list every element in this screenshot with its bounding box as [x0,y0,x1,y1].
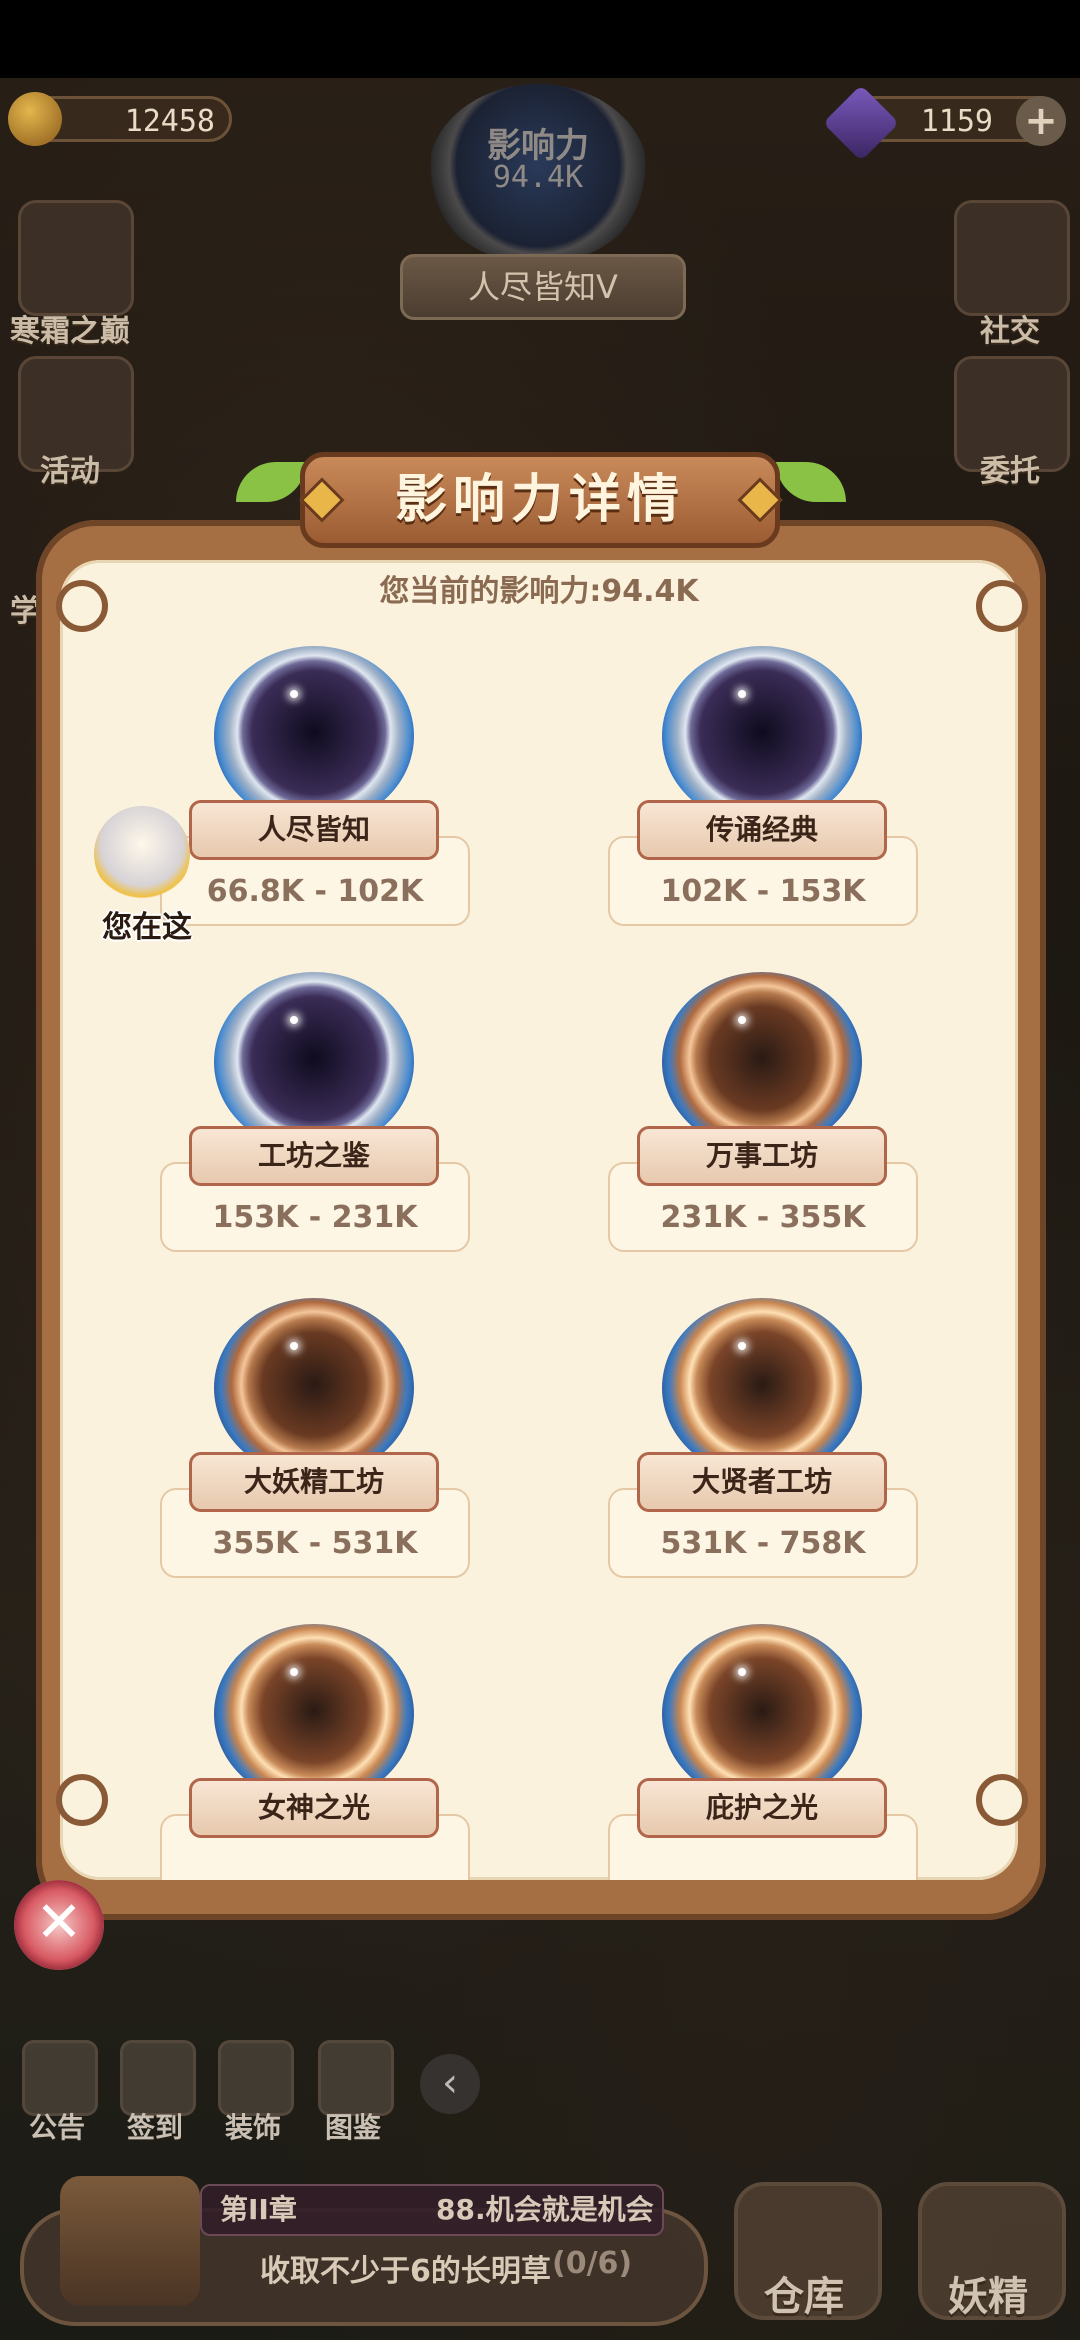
rank-name: 庇护之光 [705,1791,818,1824]
rank-name: 女神之光 [257,1791,370,1824]
side-button-social[interactable] [954,200,1070,316]
rank-ribbon: 大贤者工坊 [637,1452,887,1512]
sparkle-icon [738,1016,746,1024]
influence-dialog-body: 您当前的影响力:94.4K 66.8K - 102K 人尽皆知 102K - 1… [60,560,1018,1880]
gem-value: 1159 [920,104,993,139]
rank-badge-silver-icon [214,646,414,826]
sparkle-icon [290,1016,298,1024]
crown-icon [8,92,62,146]
rank-range: 102K - 153K [660,874,866,909]
fairy-label: 妖精 [948,2274,1028,2320]
sparkle-icon [738,1342,746,1350]
codex-icon[interactable] [318,2040,394,2116]
sparkle-icon [738,690,746,698]
rank-range: 153K - 231K [212,1200,418,1235]
side-label-commission: 委托 [980,454,1040,489]
frame-corner-ornament [56,1774,108,1826]
influence-value: 94.4K [492,160,584,195]
checkin-icon[interactable] [120,2040,196,2116]
rank-name: 传诵经典 [705,813,818,846]
rank-badge-silver-icon [214,972,414,1152]
close-icon: ✕ [35,1890,83,1955]
side-label-event: 活动 [40,454,100,489]
rank-range: 66.8K - 102K [206,874,424,909]
menu-label-decor: 装饰 [224,2111,281,2144]
side-label-social: 社交 [980,314,1040,349]
notice-icon[interactable] [22,2040,98,2116]
plus-icon: + [1024,98,1058,144]
rank-ribbon: 传诵经典 [637,800,887,860]
rank-ribbon: 万事工坊 [637,1126,887,1186]
add-gems-button[interactable]: + [1016,96,1066,146]
you-are-here-label: 您在这 [102,910,192,945]
rank-ribbon: 人尽皆知 [189,800,439,860]
side-label-frost-peak: 寒霜之巅 [10,314,130,349]
rank-badge-gold-icon [214,1624,414,1804]
menu-label-checkin: 签到 [126,2111,183,2144]
rank-badge-gold-icon [662,1624,862,1804]
rank-badge-gold-icon [662,1298,862,1478]
chapter-title: 88.机会就是机会 [436,2193,654,2226]
rank-name: 工坊之鉴 [257,1139,370,1172]
rank-name: 万事工坊 [705,1139,818,1172]
book-icon[interactable] [60,2176,200,2306]
rank-name: 大妖精工坊 [243,1465,384,1498]
frame-corner-ornament [56,580,108,632]
current-influence-text: 您当前的影响力:94.4K [379,574,699,609]
coin-value: 12458 [124,104,215,139]
sparkle-icon [290,1342,298,1350]
menu-label-notice: 公告 [28,2111,85,2144]
rank-range: 531K - 758K [660,1526,866,1561]
frame-corner-ornament [976,1774,1028,1826]
rank-ribbon: 女神之光 [189,1778,439,1838]
side-button-frost-peak[interactable] [18,200,134,316]
sparkle-icon [290,690,298,698]
collapse-menu-chevron-left-icon[interactable]: ‹ [420,2054,480,2114]
sparkle-icon [738,1668,746,1676]
rank-name: 大贤者工坊 [691,1465,832,1498]
rank-badge-silver-icon [662,646,862,826]
warehouse-label: 仓库 [764,2274,844,2320]
rank-ribbon: 庇护之光 [637,1778,887,1838]
rank-ribbon: 大妖精工坊 [189,1452,439,1512]
rank-range: 355K - 531K [212,1526,418,1561]
decor-icon[interactable] [218,2040,294,2116]
close-button[interactable]: ✕ [14,1880,104,1970]
frame-corner-ornament [976,580,1028,632]
quest-text: 收取不少于6的长明草 [260,2254,551,2289]
rank-badge-bronze-icon [662,972,862,1152]
rank-range: 231K - 355K [660,1200,866,1235]
rank-ribbon: 工坊之鉴 [189,1126,439,1186]
chapter-name: 第II章 [220,2193,297,2226]
sparkle-icon [290,1668,298,1676]
rank-badge-bronze-icon [214,1298,414,1478]
player-avatar [94,806,190,902]
rank-name: 人尽皆知 [257,813,370,846]
rank-title-banner: 人尽皆知V [400,254,686,320]
quest-progress: (0/6) [552,2246,633,2281]
menu-label-codex: 图鉴 [324,2111,381,2144]
dialog-title: 影响力详情 [300,452,780,548]
